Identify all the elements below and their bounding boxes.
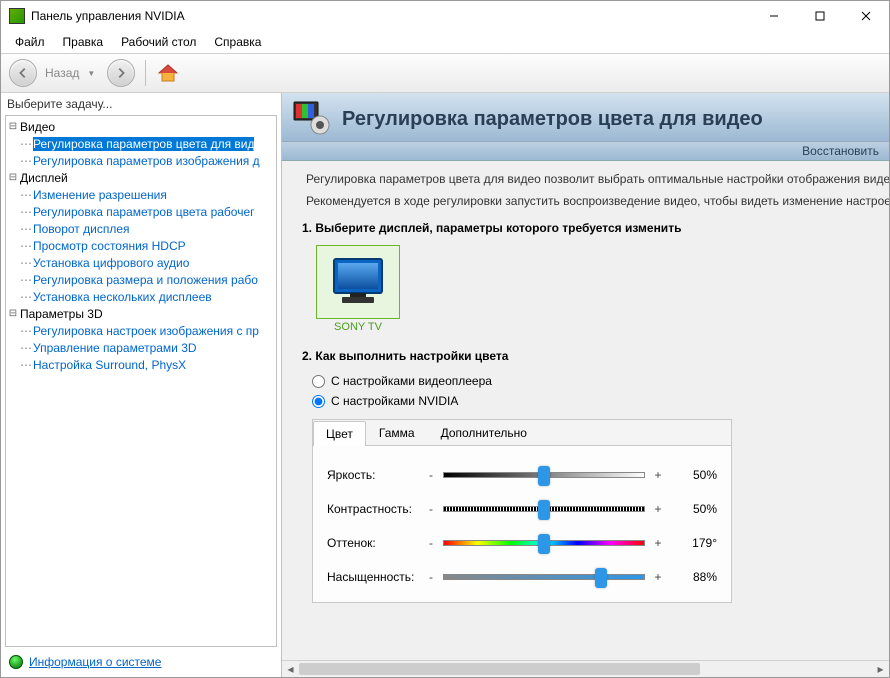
page-header-icon <box>292 99 332 139</box>
tree-item[interactable]: ⋯Настройка Surround, PhysX <box>6 356 276 373</box>
step-2-label: 2. Как выполнить настройки цвета <box>282 343 889 367</box>
scroll-left-icon[interactable]: ◂ <box>282 661 299 677</box>
main-pane: Регулировка параметров цвета для видео В… <box>282 93 889 677</box>
tab-gamma[interactable]: Гамма <box>366 420 428 445</box>
system-info-link[interactable]: Информация о системе <box>1 647 281 677</box>
tab-color[interactable]: Цвет <box>313 421 366 446</box>
tree-item[interactable]: ⋯Поворот дисплея <box>6 220 276 237</box>
page-description-2: Рекомендуется в ходе регулировки запусти… <box>282 193 889 215</box>
task-tree: ⊟Видео ⋯Регулировка параметров цвета для… <box>5 115 277 647</box>
slider-saturation[interactable] <box>443 569 645 585</box>
home-button[interactable] <box>156 61 180 85</box>
titlebar: Панель управления NVIDIA <box>1 1 889 31</box>
slider-contrast-row: Контрастность: - + 50% <box>327 492 717 526</box>
color-panel: Цвет Гамма Дополнительно Яркость: - + 50… <box>312 419 732 603</box>
tree-item[interactable]: ⋯Установка цифрового аудио <box>6 254 276 271</box>
back-button[interactable] <box>9 59 37 87</box>
tree-group-display[interactable]: ⊟Дисплей <box>6 169 276 186</box>
menu-desktop[interactable]: Рабочий стол <box>113 33 204 51</box>
back-dropdown-icon[interactable]: ▼ <box>87 69 95 78</box>
slider-hue-row: Оттенок: - + 179° <box>327 526 717 560</box>
tree-group-video[interactable]: ⊟Видео <box>6 118 276 135</box>
brightness-value: 50% <box>671 468 717 482</box>
maximize-button[interactable] <box>797 1 843 31</box>
step-1-label: 1. Выберите дисплей, параметры которого … <box>282 215 889 239</box>
restore-link[interactable]: Восстановить <box>802 144 879 158</box>
forward-button[interactable] <box>107 59 135 87</box>
horizontal-scrollbar[interactable]: ◂ ▸ <box>282 660 889 677</box>
window-title: Панель управления NVIDIA <box>31 9 751 23</box>
monitor-icon <box>328 255 388 309</box>
sidebar: Выберите задачу... ⊟Видео ⋯Регулировка п… <box>1 93 282 677</box>
system-info-label[interactable]: Информация о системе <box>29 655 161 669</box>
tree-item[interactable]: ⋯Изменение разрешения <box>6 186 276 203</box>
tree-item[interactable]: ⋯Регулировка размера и положения рабо <box>6 271 276 288</box>
saturation-value: 88% <box>671 570 717 584</box>
scroll-thumb[interactable] <box>299 663 700 675</box>
page-description-1: Регулировка параметров цвета для видео п… <box>282 161 889 193</box>
contrast-value: 50% <box>671 502 717 516</box>
tab-extra[interactable]: Дополнительно <box>428 420 540 445</box>
toolbar: Назад ▼ <box>1 53 889 93</box>
page-header: Регулировка параметров цвета для видео <box>282 93 889 142</box>
toolbar-separator <box>145 60 146 86</box>
tree-group-3d[interactable]: ⊟Параметры 3D <box>6 305 276 322</box>
close-button[interactable] <box>843 1 889 31</box>
page-title: Регулировка параметров цвета для видео <box>342 108 879 131</box>
scroll-right-icon[interactable]: ▸ <box>872 661 889 677</box>
menu-edit[interactable]: Правка <box>55 33 112 51</box>
radio-nvidia[interactable]: С настройками NVIDIA <box>312 391 889 411</box>
tree-item[interactable]: ⋯Регулировка параметров цвета рабочег <box>6 203 276 220</box>
tree-item[interactable]: ⋯Просмотр состояния HDCP <box>6 237 276 254</box>
sidebar-prompt: Выберите задачу... <box>1 93 281 115</box>
menubar: Файл Правка Рабочий стол Справка <box>1 31 889 53</box>
slider-contrast[interactable] <box>443 501 645 517</box>
tree-item[interactable]: ⋯Регулировка параметров цвета для вид <box>6 135 276 152</box>
back-label: Назад <box>45 66 79 80</box>
hue-value: 179° <box>671 536 717 550</box>
tree-item[interactable]: ⋯Установка нескольких дисплеев <box>6 288 276 305</box>
menu-help[interactable]: Справка <box>206 33 269 51</box>
menu-file[interactable]: Файл <box>7 33 53 51</box>
info-icon <box>9 655 23 669</box>
tree-item[interactable]: ⋯Регулировка настроек изображения с пр <box>6 322 276 339</box>
slider-saturation-row: Насыщенность: - + 88% <box>327 560 717 594</box>
minimize-button[interactable] <box>751 1 797 31</box>
app-icon <box>9 8 25 24</box>
slider-brightness[interactable] <box>443 467 645 483</box>
display-choice[interactable]: SONY TV <box>316 245 400 333</box>
radio-player[interactable]: С настройками видеоплеера <box>312 371 889 391</box>
tree-item[interactable]: ⋯Управление параметрами 3D <box>6 339 276 356</box>
tree-item[interactable]: ⋯Регулировка параметров изображения д <box>6 152 276 169</box>
slider-brightness-row: Яркость: - + 50% <box>327 458 717 492</box>
slider-hue[interactable] <box>443 535 645 551</box>
display-name: SONY TV <box>316 321 400 333</box>
